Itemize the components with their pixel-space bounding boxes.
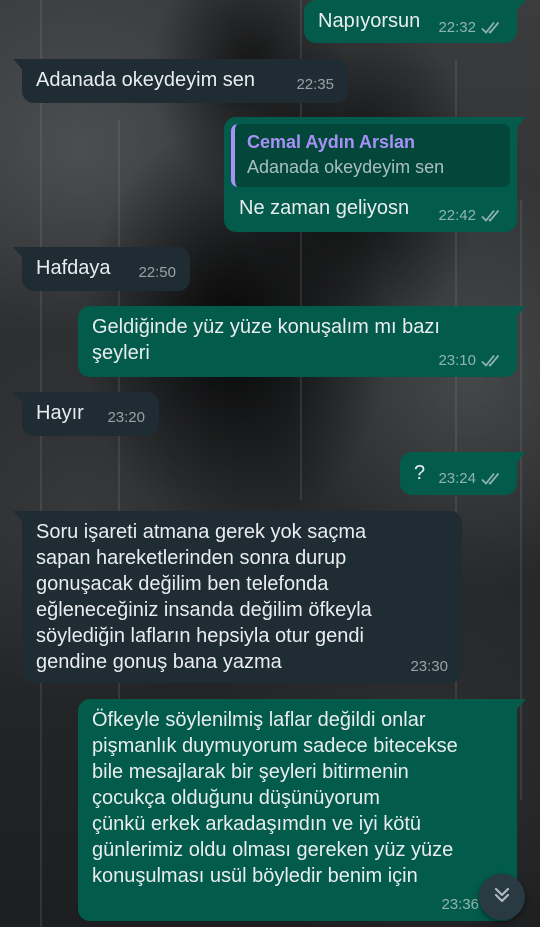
quote-author: Cemal Aydın Arslan [247,132,416,152]
message-time: 23:20 [107,409,145,426]
message-meta: 23:10 [438,353,503,369]
read-double-check-icon [481,209,503,223]
reply-quote[interactable]: Cemal Aydın Arslan Adanada okeydeyim sen [231,124,510,187]
message-list[interactable]: Napıyorsun 22:32 Adanada okeydeyim sen 2… [0,0,540,927]
quote-text: Adanada okeydeyim sen [247,157,445,177]
message-time: 23:36 [441,896,479,913]
message-meta: 23:24 [438,471,503,487]
message-meta: 23:36 [441,897,479,913]
message-meta: 22:35 [296,77,334,93]
message-time: 23:24 [438,470,476,487]
read-double-check-icon [481,472,503,486]
message-bubble-outgoing[interactable]: ? 23:24 [400,452,526,495]
double-chevron-down-icon [492,885,512,910]
message-time: 22:42 [438,207,476,224]
message-bubble-incoming[interactable]: Hafdaya 22:50 [13,247,190,291]
message-text: Napıyorsun [318,10,421,32]
message-time: 22:32 [438,19,476,36]
read-double-check-icon [481,21,503,35]
message-text: ? [414,462,426,484]
message-text: Ne zaman geliyosn [239,197,410,219]
scroll-to-bottom-button[interactable] [479,874,525,920]
message-bubble-outgoing[interactable]: Cemal Aydın Arslan Adanada okeydeyim sen… [224,117,526,232]
message-text: Hafdaya [36,257,111,279]
message-bubble-incoming[interactable]: Adanada okeydeyim sen 22:35 [13,59,348,103]
message-bubble-incoming[interactable]: Soru işareti atmana gerek yok saçma sapa… [13,511,462,683]
read-double-check-icon [481,354,503,368]
message-time: 22:35 [296,76,334,93]
message-bubble-outgoing[interactable]: Napıyorsun 22:32 [304,0,526,43]
message-bubble-incoming[interactable]: Hayır 23:20 [13,392,159,436]
message-bubble-outgoing[interactable]: Geldiğinde yüz yüze konuşalım mı bazı şe… [78,306,526,377]
message-meta: 23:20 [107,410,145,426]
message-text: Öfkeyle söylenilmiş laflar değildi onlar… [92,709,458,887]
message-text: Adanada okeydeyim sen [36,69,256,91]
message-meta: 22:32 [438,20,503,36]
message-bubble-outgoing[interactable]: Öfkeyle söylenilmiş laflar değildi onlar… [78,699,526,921]
message-time: 22:50 [138,264,176,281]
message-meta: 22:50 [138,265,176,281]
message-text: Soru işareti atmana gerek yok saçma sapa… [36,521,372,673]
message-time: 23:10 [438,352,476,369]
message-text: Hayır [36,402,84,424]
message-meta: 22:42 [438,208,503,224]
message-meta: 23:30 [410,659,448,675]
message-time: 23:30 [410,658,448,675]
